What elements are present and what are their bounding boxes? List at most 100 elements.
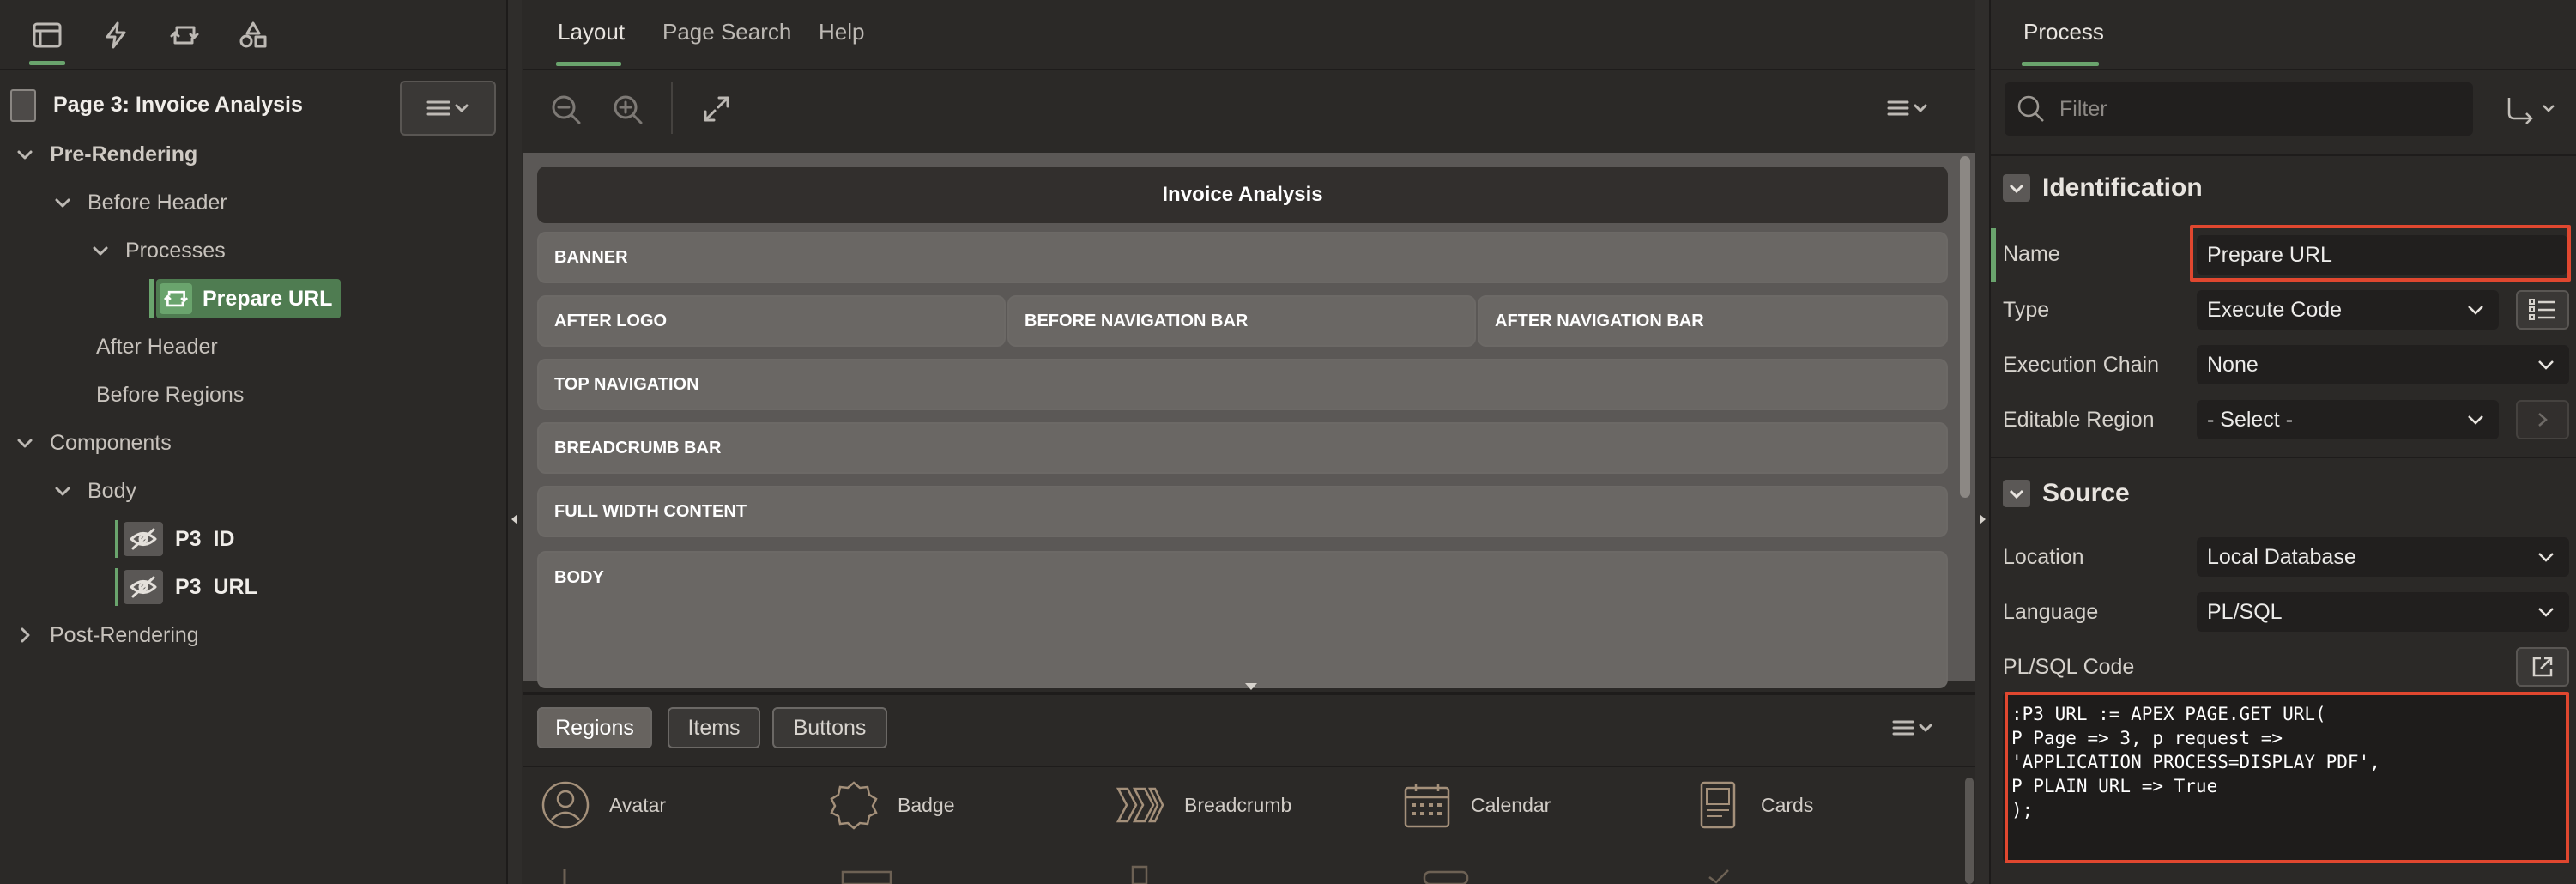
chevron-right-icon: [21, 627, 30, 643]
menu-icon: [1892, 720, 1932, 736]
chevron-down-icon: [55, 198, 70, 208]
execution-chain-label: Execution Chain: [2003, 353, 2160, 377]
collapse-icon: [2003, 480, 2030, 507]
shapes-icon: [239, 21, 267, 48]
slot-banner[interactable]: BANNER: [537, 232, 1948, 283]
tree-node-after-header[interactable]: After Header: [96, 327, 218, 366]
type-label: Type: [2003, 298, 2050, 322]
chevron-down-icon: [55, 487, 70, 496]
execution-chain-select[interactable]: None: [2197, 345, 2569, 384]
zoom-out-button[interactable]: [551, 94, 582, 125]
divider: [523, 692, 1975, 695]
tab-page-search[interactable]: Page Search: [662, 19, 791, 45]
editable-region-label: Editable Region: [2003, 408, 2155, 432]
tab-help[interactable]: Help: [819, 19, 864, 45]
search-icon: [2017, 95, 2044, 122]
location-select[interactable]: Local Database: [2197, 537, 2569, 577]
collapse-right-icon: [1980, 514, 1986, 524]
slot-full-width-content[interactable]: FULL WIDTH CONTENT: [537, 486, 1948, 537]
breadcrumb-icon: [1116, 787, 1164, 823]
go-to-group-button[interactable]: [2506, 94, 2561, 124]
type-select[interactable]: Execute Code: [2197, 290, 2499, 330]
gallery-scrollbar[interactable]: [1965, 778, 1974, 884]
tab-layout[interactable]: Layout: [558, 19, 625, 45]
slot-before-navigation-bar[interactable]: BEFORE NAVIGATION BAR: [1007, 295, 1476, 347]
tree-menu-button[interactable]: [400, 81, 496, 136]
avatar-icon: [541, 781, 590, 829]
tree-node-before-regions[interactable]: Before Regions: [96, 375, 244, 415]
chevron-down-icon: [2468, 306, 2483, 315]
tab-process[interactable]: Process: [2023, 19, 2104, 45]
highlight-box-name: [2190, 225, 2571, 282]
chevron-down-icon: [2468, 415, 2483, 425]
layout-pane: Layout Page Search Help Invoice Analysis…: [523, 0, 1975, 884]
tab-shared-components[interactable]: [230, 12, 276, 58]
tab-rendering[interactable]: [24, 12, 70, 65]
divider: [1991, 154, 2576, 156]
tree-guide: [115, 568, 118, 606]
tree-node-components[interactable]: Components: [15, 423, 172, 463]
process-icon: [160, 283, 192, 314]
tree-node-p3-url[interactable]: P3_URL: [124, 567, 257, 607]
gallery-item-breadcrumb[interactable]: Breadcrumb: [1116, 778, 1291, 833]
tree-node-before-header[interactable]: Before Header: [53, 183, 227, 222]
gallery-next-row-partial: [541, 860, 1948, 884]
layout-scrollbar[interactable]: [1960, 156, 1970, 498]
tab-dynamic-actions[interactable]: [93, 12, 139, 58]
tree-node-body[interactable]: Body: [53, 471, 136, 511]
editable-region-select[interactable]: - Select -: [2197, 400, 2499, 439]
open-code-editor-button[interactable]: [2516, 647, 2569, 687]
section-identification[interactable]: Identification: [2003, 173, 2203, 203]
section-source[interactable]: Source: [2003, 479, 2130, 508]
slot-top-navigation[interactable]: TOP NAVIGATION: [537, 359, 1948, 410]
tree-node-processes[interactable]: Processes: [91, 231, 226, 270]
zoom-in-button[interactable]: [613, 94, 644, 125]
gallery-tab-regions[interactable]: Regions: [537, 707, 652, 748]
gallery-item-badge[interactable]: Badge: [829, 778, 955, 833]
chevron-down-icon: [2538, 608, 2554, 617]
tab-processing[interactable]: [161, 12, 208, 58]
divider: [0, 69, 506, 70]
divider: [523, 766, 1975, 767]
collapse-gallery-icon[interactable]: [1243, 681, 1260, 692]
expand-button[interactable]: [702, 94, 731, 124]
location-label: Location: [2003, 545, 2084, 569]
gallery-item-avatar[interactable]: Avatar: [541, 778, 666, 833]
tree-node-p3-id[interactable]: P3_ID: [124, 519, 234, 559]
expand-icon: [704, 96, 729, 122]
name-label: Name: [2003, 242, 2060, 266]
list-icon: [2529, 299, 2555, 320]
left-splitter[interactable]: [508, 0, 522, 884]
gallery-tab-items[interactable]: Items: [668, 707, 760, 748]
go-to-region-button[interactable]: [2516, 400, 2569, 439]
tree-node-prepare-url[interactable]: Prepare URL: [156, 279, 342, 318]
filter-field[interactable]: Filter: [2005, 82, 2473, 136]
gallery-menu-button[interactable]: [1891, 717, 1939, 740]
slot-after-navigation-bar[interactable]: AFTER NAVIGATION BAR: [1478, 295, 1948, 347]
component-gallery: Regions Items Buttons Avatar Badge Bread…: [523, 697, 1975, 884]
slot-after-logo[interactable]: AFTER LOGO: [537, 295, 1006, 347]
hidden-item-icon: [124, 570, 163, 604]
chevron-right-icon: [2538, 413, 2548, 427]
slot-breadcrumb-bar[interactable]: BREADCRUMB BAR: [537, 422, 1948, 474]
property-editor-pane: Process Filter Identification Name Prepa…: [1989, 0, 2576, 884]
gallery-item-calendar[interactable]: Calendar: [1402, 778, 1551, 833]
collapse-icon: [2003, 174, 2030, 202]
current-property-indicator: [1991, 228, 1996, 282]
calendar-icon: [1404, 784, 1450, 828]
tree-node-post-rendering[interactable]: Post-Rendering: [15, 615, 199, 655]
tree-node-pre-rendering[interactable]: Pre-Rendering: [15, 135, 197, 174]
layout-menu-button[interactable]: [1886, 98, 1934, 120]
language-select[interactable]: PL/SQL: [2197, 592, 2569, 632]
slot-body[interactable]: BODY: [537, 551, 1948, 688]
right-splitter[interactable]: [1975, 0, 1989, 884]
page-name-bar[interactable]: Invoice Analysis: [537, 167, 1948, 223]
chevron-down-icon: [17, 439, 33, 448]
gallery-item-cards[interactable]: Cards: [1692, 778, 1813, 833]
divider: [1991, 69, 2576, 70]
language-label: Language: [2003, 600, 2099, 624]
menu-icon: [426, 100, 469, 116]
rendering-tree-pane: Page 3: Invoice Analysis Pre-Rendering B…: [0, 0, 508, 884]
gallery-tab-buttons[interactable]: Buttons: [772, 707, 887, 748]
type-list-button[interactable]: [2516, 290, 2569, 330]
